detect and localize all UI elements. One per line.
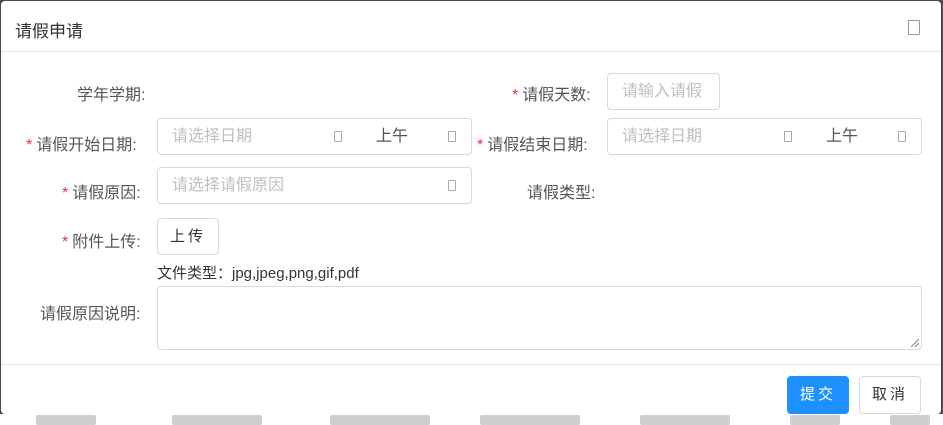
reason-placeholder: 请选择请假原因 [172, 177, 285, 194]
term-label-text: 学年学期: [77, 87, 146, 104]
leave-type-label-text: 请假类型: [527, 185, 596, 202]
end-date-label: * 请假结束日期: [477, 131, 588, 155]
dialog-header: 请假申请 [1, 1, 941, 52]
required-mark: * [477, 137, 484, 154]
attachment-label: * 附件上传: [62, 228, 141, 252]
leave-type-label: 请假类型: [527, 179, 595, 203]
required-mark: * [26, 137, 33, 154]
description-textarea[interactable] [157, 286, 922, 350]
dialog-footer: 提交 取消 [1, 364, 941, 414]
required-mark: * [62, 185, 69, 202]
start-half-day-select[interactable]: 上午 [362, 118, 472, 155]
chevron-down-icon [448, 131, 456, 142]
days-input[interactable]: 请输入请假 [607, 73, 720, 110]
background-cell [330, 415, 430, 425]
chevron-down-icon [898, 131, 906, 142]
start-date-label-text: 请假开始日期: [36, 137, 137, 154]
resize-handle-icon[interactable] [911, 339, 919, 347]
background-cell [640, 415, 730, 425]
start-date-label: * 请假开始日期: [26, 131, 137, 155]
term-label: 学年学期: [77, 81, 145, 105]
required-mark: * [62, 234, 69, 251]
start-half-value: 上午 [376, 128, 409, 145]
reason-label: * 请假原因: [62, 179, 141, 203]
upload-button[interactable]: 上传 [157, 218, 219, 255]
description-label: 请假原因说明: [40, 300, 140, 324]
submit-button[interactable]: 提交 [787, 376, 849, 414]
file-types-hint: 文件类型：jpg,jpeg,png,gif,pdf [157, 265, 359, 282]
days-placeholder: 请输入请假 [622, 83, 703, 100]
end-half-day-select[interactable]: 上午 [812, 118, 922, 155]
required-mark: * [512, 87, 519, 104]
background-cell [172, 415, 262, 425]
leave-request-dialog: 请假申请 学年学期: * 请假天数: 请输入请假 * 请假开始日期: 请选择日期 上… [1, 1, 941, 414]
close-icon[interactable] [908, 20, 920, 35]
background-table-row [0, 414, 943, 425]
attachment-label-text: 附件上传: [72, 234, 141, 251]
start-date-placeholder: 请选择日期 [172, 128, 253, 145]
background-cell [36, 415, 96, 425]
reason-label-text: 请假原因: [72, 185, 141, 202]
background-cell [480, 415, 580, 425]
days-label-text: 请假天数: [522, 87, 591, 104]
calendar-icon [784, 131, 792, 142]
end-date-picker[interactable]: 请选择日期 [607, 118, 813, 155]
end-date-label-text: 请假结束日期: [487, 137, 588, 154]
cancel-button[interactable]: 取消 [859, 376, 921, 414]
background-cell [790, 415, 840, 425]
start-date-picker[interactable]: 请选择日期 [157, 118, 363, 155]
end-half-value: 上午 [826, 128, 859, 145]
end-date-placeholder: 请选择日期 [622, 128, 703, 145]
background-cell [890, 415, 930, 425]
reason-select[interactable]: 请选择请假原因 [157, 167, 472, 204]
days-label: * 请假天数: [512, 81, 591, 105]
dialog-title: 请假申请 [15, 22, 83, 41]
calendar-icon [334, 131, 342, 142]
chevron-down-icon [448, 180, 456, 191]
description-label-text: 请假原因说明: [40, 306, 141, 323]
